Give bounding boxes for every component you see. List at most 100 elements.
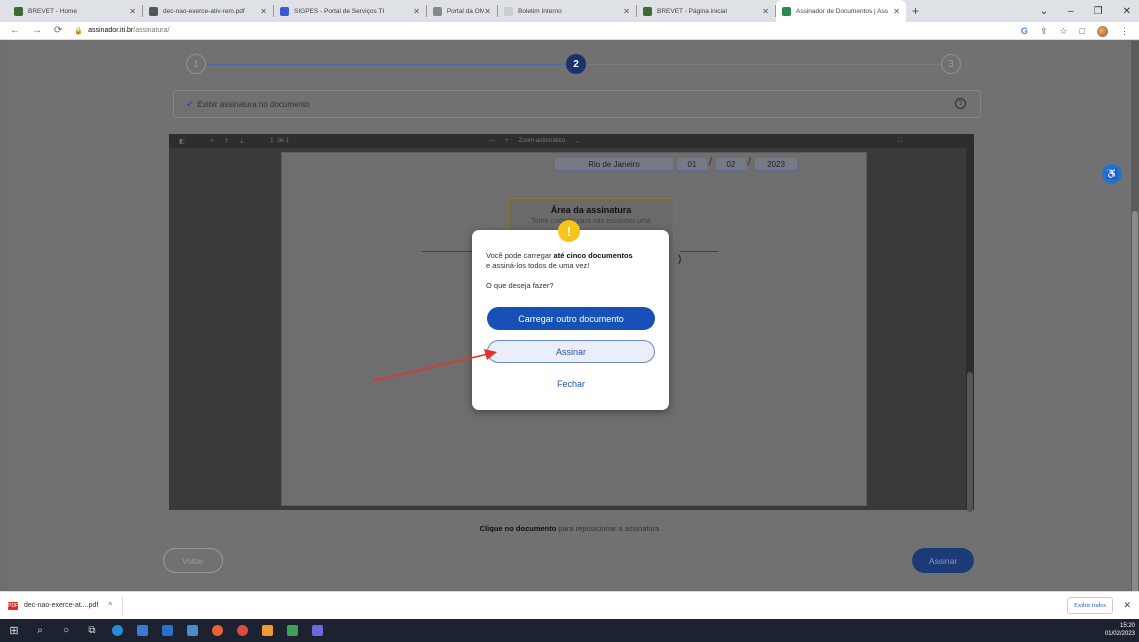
accessibility-icon[interactable]: ♿ (1102, 164, 1122, 184)
dialog-text-prefix: Você pode carregar (486, 251, 554, 260)
task-view-icon[interactable]: ⧉ (86, 625, 98, 637)
app-flame-icon[interactable] (262, 625, 273, 636)
tab-close-icon[interactable]: ✕ (893, 7, 900, 16)
page-scrollbar[interactable] (1131, 41, 1139, 591)
step-2: 2 (566, 54, 586, 74)
url-field[interactable]: assinador.iti.br/assinatura/ (88, 27, 169, 34)
signature-area-title: Área da assinatura (509, 205, 673, 215)
tab-favicon-icon (782, 7, 791, 16)
close-downloads-icon[interactable]: ✕ (1123, 600, 1131, 611)
lock-icon[interactable]: 🔒 (74, 27, 83, 35)
help-icon[interactable]: ? (955, 98, 966, 109)
forward-arrow-icon[interactable]: → (32, 25, 42, 36)
back-button[interactable]: Voltar (163, 548, 223, 573)
pdf-search-icon[interactable]: ⌕ (211, 138, 214, 145)
next-page-icon[interactable]: ⇣ (239, 138, 244, 145)
system-clock[interactable]: 15:20 01/02/2023 (1105, 622, 1135, 638)
zoom-select[interactable]: Zoom automático (519, 138, 565, 144)
tab-title: BREVET - Home (28, 8, 77, 15)
date-day: 01 (677, 158, 707, 171)
firefox-icon[interactable] (212, 625, 223, 636)
explorer-icon[interactable] (137, 625, 148, 636)
prev-page-icon[interactable]: ⇡ (224, 138, 229, 145)
sidepanel-icon[interactable]: □ (1080, 26, 1085, 36)
tab-favicon-icon (14, 7, 23, 16)
tab-close-icon[interactable]: ✕ (413, 7, 420, 16)
edge-icon[interactable] (112, 625, 123, 636)
tab-title: Portal da OM (447, 8, 484, 15)
date-year: 2023 (755, 158, 797, 171)
windows-start-icon[interactable]: ⊞ (8, 625, 20, 637)
clock-date: 01/02/2023 (1105, 630, 1135, 638)
clock-time: 15:20 (1105, 622, 1135, 630)
zoom-in-icon[interactable]: + (505, 138, 509, 144)
browser-tab[interactable]: BREVET - Página inicial✕ (637, 0, 775, 22)
restore-button[interactable]: ❐ (1094, 6, 1103, 17)
checkmark-icon[interactable]: ✔ (186, 99, 194, 110)
dialog-text-suffix: e assiná-los todos de uma vez! (486, 261, 589, 270)
tab-search-icon[interactable]: ⌄ (1040, 6, 1048, 17)
windows-taskbar: ⊞ ⌕ ○ ⧉ 15:20 01/02/2023 (0, 619, 1139, 642)
close-dialog-button[interactable]: Fechar (487, 374, 655, 394)
pdf-scroll-thumb[interactable] (967, 372, 973, 512)
sidebar-toggle-icon[interactable]: ◧ (179, 138, 185, 145)
store-icon[interactable] (187, 625, 198, 636)
date-month: 02 (716, 158, 746, 171)
upload-dialog: ! Você pode carregar até cinco documento… (472, 230, 669, 410)
browser-tab[interactable]: SIGPES - Portal de Serviços TI✕ (274, 0, 426, 22)
dialog-sign-button[interactable]: Assinar (487, 340, 655, 363)
url-host: assinador.iti.br (88, 27, 133, 34)
page-number-input[interactable]: 1 (270, 138, 273, 144)
sign-button[interactable]: Assinar (912, 548, 974, 573)
page-total: de 1 (277, 138, 289, 144)
pdf-scrollbar[interactable] (966, 148, 974, 510)
hint-rest: para reposicionar a assinatura (556, 524, 659, 533)
browser-tab-bar: BREVET - Home✕dec-nao-exerce-ativ-rem.pd… (0, 0, 1139, 22)
show-signature-option[interactable]: ✔ Exibir assinatura no documento ? (173, 90, 981, 118)
warning-icon: ! (558, 220, 580, 242)
cortana-icon[interactable]: ○ (60, 625, 72, 637)
download-filename[interactable]: dec-nao-exerce-at....pdf (24, 602, 98, 609)
show-all-button[interactable]: Exibir todos (1067, 597, 1113, 614)
share-icon[interactable]: ⇪ (1040, 26, 1048, 37)
tab-close-icon[interactable]: ✕ (762, 7, 769, 16)
hint-bold: Clique no documento (480, 524, 557, 533)
browser-tab[interactable]: Boletim Interno ✕ (498, 0, 636, 22)
step-1: 1 (186, 54, 206, 74)
excel-icon[interactable] (287, 625, 298, 636)
app-drop-icon[interactable] (312, 625, 323, 636)
google-icon[interactable]: G (1021, 26, 1028, 36)
chrome-icon[interactable] (237, 625, 248, 636)
reload-icon[interactable]: ⟳ (54, 25, 62, 36)
downloads-bar: PDF dec-nao-exerce-at....pdf ^ Exibir to… (0, 591, 1139, 619)
zoom-dropdown-icon[interactable]: ⌄ (575, 138, 580, 145)
downloads-separator (122, 597, 123, 615)
back-arrow-icon[interactable]: ← (10, 25, 20, 36)
profile-avatar[interactable] (1097, 26, 1108, 37)
mail-icon[interactable] (162, 625, 173, 636)
fullscreen-icon[interactable]: ⛶ (898, 138, 902, 145)
tab-close-icon[interactable]: ✕ (129, 7, 136, 16)
search-icon[interactable]: ⌕ (34, 625, 46, 637)
tab-close-icon[interactable]: ✕ (623, 7, 630, 16)
dialog-message: Você pode carregar até cinco documentos … (486, 251, 661, 271)
close-window-button[interactable]: ✕ (1123, 6, 1131, 17)
minimize-button[interactable]: – (1068, 6, 1074, 17)
tab-title: Boletim Interno (518, 8, 562, 15)
menu-kebab-icon[interactable]: ⋮ (1120, 26, 1129, 37)
zoom-out-icon[interactable]: — (489, 138, 495, 144)
page-scroll-thumb[interactable] (1132, 211, 1138, 621)
date-city: Rio de Janeiro (555, 158, 673, 171)
browser-tab[interactable]: BREVET - Home ✕ (8, 0, 142, 22)
tab-close-icon[interactable]: ✕ (484, 7, 491, 16)
progress-stepper: 1 2 3 (186, 53, 961, 75)
new-tab-button[interactable]: + (912, 4, 919, 18)
dialog-text-bold: até cinco documentos (554, 251, 633, 260)
load-another-button[interactable]: Carregar outro documento (487, 307, 655, 330)
download-options-icon[interactable]: ^ (108, 601, 112, 610)
tab-close-icon[interactable]: ✕ (260, 7, 267, 16)
bookmark-star-icon[interactable]: ☆ (1059, 26, 1067, 37)
browser-tab[interactable]: Portal da OM✕ (427, 0, 497, 22)
browser-tab[interactable]: dec-nao-exerce-ativ-rem.pdf✕ (143, 0, 273, 22)
browser-tab[interactable]: Assinador de Documentos | Ass✕ (776, 0, 906, 22)
